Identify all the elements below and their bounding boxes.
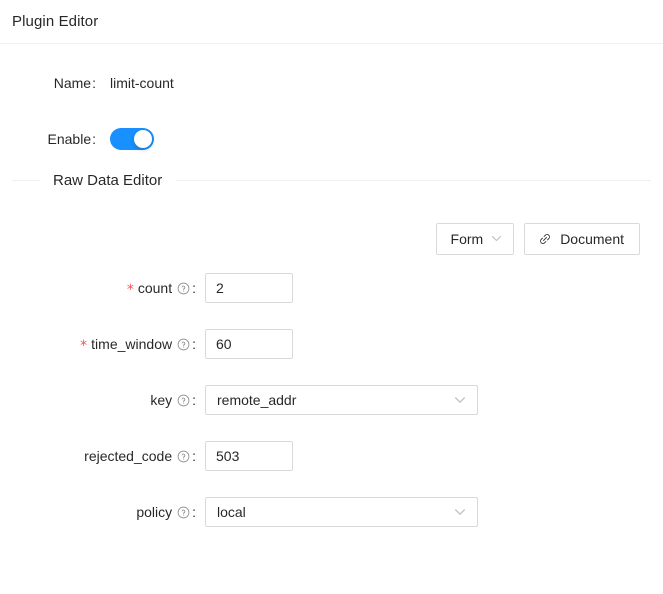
- toggle-knob: [134, 130, 152, 148]
- dialog-header: Plugin Editor: [0, 0, 663, 44]
- time-window-input[interactable]: [205, 329, 293, 359]
- question-circle-icon[interactable]: [177, 338, 190, 351]
- label-count-text: count: [137, 280, 173, 296]
- form-row-key: key : remote_addr: [12, 385, 651, 415]
- field-time-window-wrap: [196, 329, 651, 359]
- field-enable-wrap: [96, 124, 651, 150]
- field-policy-wrap: local: [196, 497, 651, 527]
- policy-select[interactable]: local: [205, 497, 478, 527]
- form-row-time-window: * time_window :: [12, 329, 651, 359]
- chevron-down-icon: [454, 506, 466, 518]
- field-count-wrap: [196, 273, 651, 303]
- label-policy-text: policy: [136, 504, 173, 520]
- field-key-wrap: remote_addr: [196, 385, 651, 415]
- label-key-text: key: [150, 392, 173, 408]
- policy-select-value: local: [217, 504, 246, 520]
- document-button[interactable]: Document: [524, 223, 640, 255]
- label-key: key :: [12, 385, 196, 415]
- section-legend: Raw Data Editor: [12, 172, 651, 189]
- legend-line-left: [12, 180, 40, 181]
- form-row-rejected-code: rejected_code :: [12, 441, 651, 471]
- section-legend-label: Raw Data Editor: [53, 172, 163, 189]
- key-select-value: remote_addr: [217, 392, 297, 408]
- label-policy: policy :: [12, 497, 196, 527]
- label-rejected-code: rejected_code :: [12, 441, 196, 471]
- field-rejected-code-wrap: [196, 441, 651, 471]
- page-title: Plugin Editor: [12, 13, 99, 30]
- label-time-window-text: time_window: [91, 336, 173, 352]
- chevron-down-icon: [454, 394, 466, 406]
- form-row-count: * count :: [12, 273, 651, 303]
- rejected-code-input[interactable]: [205, 441, 293, 471]
- label-enable: Enable:: [12, 124, 96, 154]
- question-circle-icon[interactable]: [177, 506, 190, 519]
- question-circle-icon[interactable]: [177, 394, 190, 407]
- form-mode-dropdown-button[interactable]: Form: [435, 223, 515, 255]
- question-circle-icon[interactable]: [177, 450, 190, 463]
- required-marker-time-window: *: [80, 338, 88, 354]
- key-select[interactable]: remote_addr: [205, 385, 478, 415]
- chevron-down-icon: [491, 232, 502, 246]
- count-input[interactable]: [205, 273, 293, 303]
- field-name-value-wrap: limit-count: [96, 68, 651, 98]
- link-icon: [538, 232, 552, 246]
- label-rejected-code-text: rejected_code: [84, 448, 173, 464]
- enable-toggle-switch[interactable]: [110, 128, 154, 150]
- document-button-label: Document: [560, 231, 624, 247]
- label-count: * count :: [12, 273, 196, 303]
- form-row-enable: Enable:: [12, 124, 651, 154]
- required-marker-count: *: [126, 282, 134, 298]
- label-name-text: Name: [53, 75, 92, 91]
- form-row-policy: policy : local: [12, 497, 651, 527]
- editor-toolbar: Form Document: [12, 223, 651, 255]
- plugin-name-value: limit-count: [110, 75, 174, 91]
- label-enable-text: Enable: [47, 131, 92, 147]
- form-mode-label: Form: [450, 231, 484, 247]
- dialog-body: Name: limit-count Enable: Raw Data Edito…: [0, 44, 663, 527]
- question-circle-icon[interactable]: [177, 282, 190, 295]
- legend-line-right: [176, 180, 651, 181]
- form-row-name: Name: limit-count: [12, 68, 651, 98]
- label-name: Name:: [12, 68, 96, 98]
- raw-data-editor-section: Raw Data Editor Form Document * count: …: [12, 168, 651, 527]
- label-time-window: * time_window :: [12, 329, 196, 359]
